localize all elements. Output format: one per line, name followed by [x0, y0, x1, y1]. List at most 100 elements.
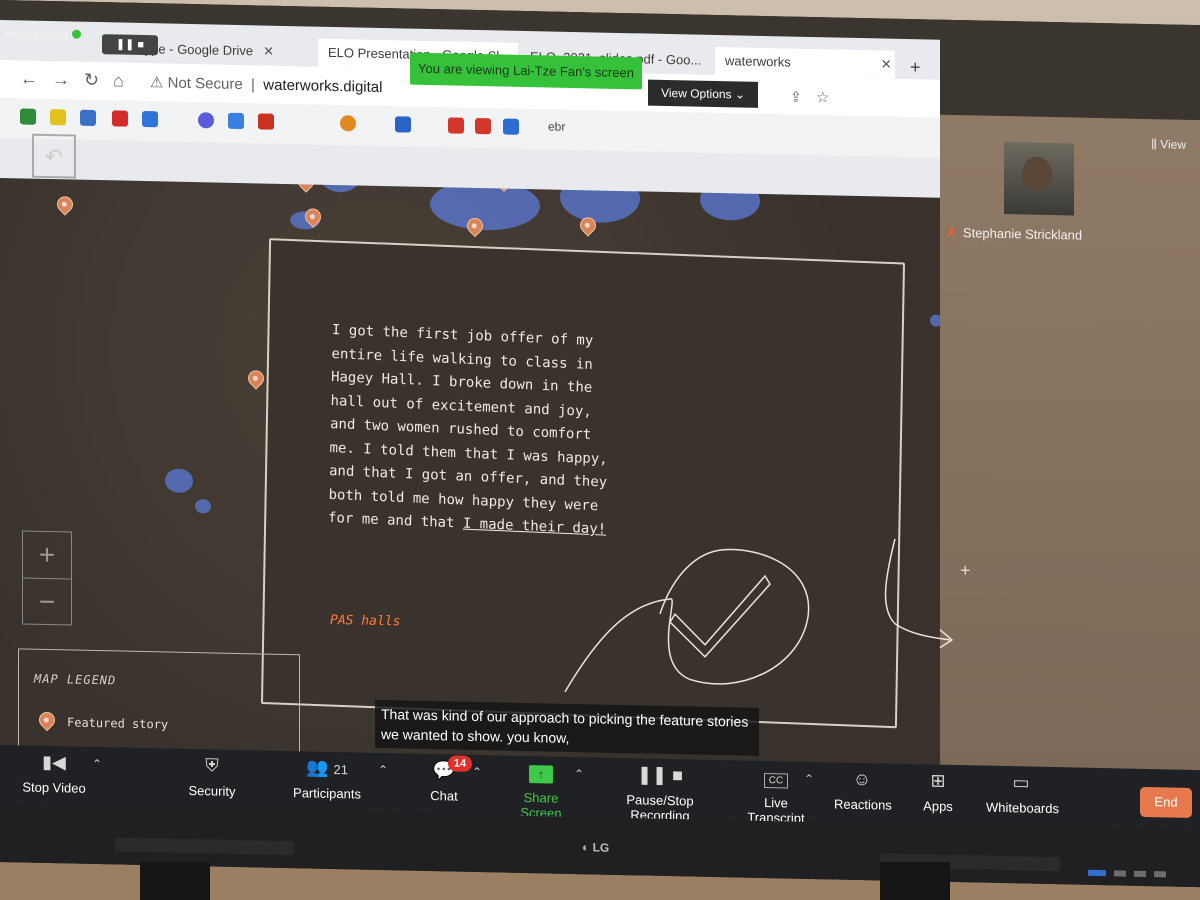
security-button[interactable]: ⛨ Security	[182, 755, 242, 799]
reactions-button[interactable]: ☺ Reactions	[834, 768, 892, 813]
checkmark-doodle-icon	[564, 548, 810, 693]
bookmark-icon[interactable]	[395, 116, 411, 133]
monitor-stand-leg	[140, 862, 210, 900]
bookmark-icon[interactable]	[258, 113, 274, 130]
view-options-button[interactable]: View Options ⌄	[648, 79, 758, 108]
participant-video[interactable]	[1004, 142, 1074, 216]
bookmark-icon[interactable]	[228, 112, 244, 130]
participant-avatar	[1022, 156, 1052, 192]
participants-label: Participants	[293, 785, 361, 802]
video-camera-icon: ▮◀	[42, 751, 66, 773]
bookmark-icon[interactable]	[112, 110, 128, 127]
back-arrow-icon: ↶	[44, 143, 64, 170]
apps-button[interactable]: ⊞ Apps	[920, 770, 956, 814]
legend-item-label: Featured story	[67, 715, 169, 732]
back-button[interactable]: ↶	[32, 133, 76, 179]
view-toggle[interactable]: ⫼ View	[1151, 137, 1186, 153]
recording-label: Recording	[4, 24, 68, 42]
security-indicator: Not Secure	[167, 74, 243, 94]
story-pin[interactable]	[53, 193, 77, 216]
new-tab-button[interactable]: +	[900, 51, 940, 80]
bookmark-icon[interactable]	[340, 115, 356, 132]
lg-logo: ◐ LG	[582, 840, 610, 855]
chevron-up-icon[interactable]: ⌃	[574, 767, 584, 781]
bookmark-icon[interactable]	[20, 108, 36, 125]
crosshair-icon: +	[960, 560, 971, 581]
security-label: Security	[188, 782, 236, 799]
bookmark-icon[interactable]	[198, 112, 214, 129]
share-screen-icon: ↑	[502, 762, 580, 788]
smiley-icon: ☺	[852, 768, 872, 790]
recording-pause-control[interactable]: ❚❚ ■	[102, 34, 158, 56]
bookmark-icon[interactable]	[50, 109, 66, 126]
chevron-up-icon[interactable]: ⌃	[92, 757, 102, 771]
view-label: View	[1160, 137, 1186, 152]
share-icon[interactable]: ⇪	[790, 89, 802, 106]
close-icon[interactable]: ✕	[263, 44, 274, 59]
pause-stop-recording-button[interactable]: ❚❚ ■ Pause/Stop Recording	[598, 764, 722, 825]
story-text: I got the first job offer of my entire l…	[328, 319, 612, 542]
home-icon[interactable]: ⌂	[113, 70, 124, 91]
story-body: I got the first job offer of my entire l…	[327, 322, 608, 532]
screen-share-banner: You are viewing Lai-Tze Fan's screen	[410, 52, 642, 90]
cc-label: CC	[763, 772, 789, 789]
bookmark-icon[interactable]	[142, 110, 158, 128]
recording-indicator: Recording	[4, 24, 81, 42]
back-icon[interactable]: ←	[20, 68, 38, 89]
view-options-label: View Options	[661, 85, 732, 102]
story-location[interactable]: PAS halls	[330, 613, 400, 629]
participants-icon: 👥 21	[306, 757, 348, 778]
reactions-label: Reactions	[834, 796, 892, 813]
tab-waterworks[interactable]: waterworks ✕	[715, 46, 895, 79]
tab-label: waterworks	[725, 53, 791, 70]
chevron-up-icon[interactable]: ⌃	[472, 765, 482, 779]
map-cluster	[195, 499, 211, 514]
chevron-up-icon[interactable]: ⌃	[378, 763, 388, 777]
participants-button[interactable]: 👥 21 Participants	[290, 757, 364, 802]
brand-label: LG	[592, 840, 610, 855]
share-screen-button[interactable]: ↑ Share Screen	[502, 762, 580, 822]
gmail-icon[interactable]	[475, 117, 491, 135]
map-legend: MAP LEGEND Featured story	[18, 648, 300, 757]
apps-icon: ⊞	[930, 770, 946, 791]
legend-item-featured: Featured story	[35, 708, 169, 732]
participant-name-tag: ✗ Stephanie Strickland	[946, 225, 1082, 244]
gmail-icon[interactable]	[448, 117, 464, 134]
screen: Prototype - Google Drive ✕ ELO Presentati…	[0, 0, 1200, 831]
monitor: Prototype - Google Drive ✕ ELO Presentati…	[0, 0, 1200, 888]
end-meeting-button[interactable]: End	[1140, 786, 1192, 818]
muted-mic-icon: ✗	[946, 224, 957, 241]
live-caption: That was kind of our approach to picking…	[375, 699, 759, 756]
legend-title: MAP LEGEND	[34, 671, 117, 688]
url-text: waterworks.digital	[263, 76, 383, 97]
whiteboard-icon: ▭	[1012, 772, 1030, 793]
stop-video-label: Stop Video	[22, 779, 86, 796]
monitor-buttons	[1088, 863, 1198, 878]
bookmark-icon[interactable]	[503, 118, 519, 135]
close-icon[interactable]: ✕	[881, 56, 892, 71]
bookmark-icon[interactable]	[80, 109, 96, 127]
participant-panel: ⫼ View ✗ Stephanie Strickland	[940, 114, 1200, 771]
star-icon[interactable]: ☆	[816, 88, 829, 106]
participants-count: 21	[333, 761, 348, 778]
whiteboards-label: Whiteboards	[986, 799, 1059, 817]
zoom-in-button[interactable]: +	[23, 531, 71, 580]
chat-label: Chat	[430, 788, 458, 804]
map-cluster	[165, 468, 193, 494]
bookmark-ebr[interactable]: ebr	[548, 119, 565, 133]
whiteboards-button[interactable]: ▭ Whiteboards	[986, 772, 1059, 817]
zoom-out-button[interactable]: −	[23, 578, 71, 625]
reload-icon[interactable]: ↻	[84, 70, 99, 91]
forward-icon[interactable]: →	[52, 69, 70, 90]
recording-dot-icon	[71, 29, 81, 39]
story-highlight: I made their day!	[462, 515, 607, 538]
zoom-controls: + −	[22, 530, 72, 626]
monitor-stand-leg	[880, 862, 950, 900]
stop-video-button[interactable]: ▮◀ Stop Video	[18, 751, 90, 796]
pin-icon	[35, 708, 59, 732]
chat-unread-badge: 14	[448, 755, 472, 772]
pause-stop-icon: ❚❚ ■	[636, 764, 684, 786]
url-field[interactable]: ⚠ Not Secure | waterworks.digital	[150, 73, 382, 96]
chevron-up-icon[interactable]: ⌃	[804, 772, 814, 786]
story-pin[interactable]	[244, 367, 268, 390]
